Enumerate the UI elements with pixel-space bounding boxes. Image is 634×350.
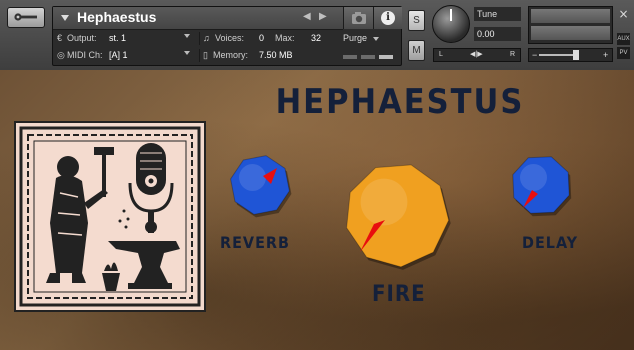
collapse-icon[interactable] [61,15,69,21]
divider [199,32,200,45]
midi-channel-label: MIDI Ch: [67,50,103,60]
instrument-header: Hephaestus ◀ ▶ i € Output: st. 1 ♫ Voice… [0,0,634,70]
next-instrument-icon[interactable]: ▶ [319,11,327,22]
level-meter-left [531,9,610,23]
output-select[interactable]: st. 1 [109,33,126,43]
level-meter [528,6,613,44]
purge-meter [379,55,393,59]
voices-label: Voices: [215,33,245,43]
instrument-name[interactable]: Hephaestus [77,9,156,25]
reverb-knob-highlight [239,164,266,191]
purge-meter [361,55,375,59]
greek-artwork-image [19,126,201,307]
tune-value[interactable]: 0.00 [474,27,521,41]
solo-button[interactable]: S [408,10,425,31]
pan-left-label: L [439,51,443,58]
previous-instrument-icon[interactable]: ◀ [303,11,311,22]
tune-knob[interactable] [432,5,470,43]
info-icon: i [381,11,395,25]
volume-slider[interactable]: − + [528,48,613,62]
voices-icon: ♫ [203,33,210,43]
fire-knob-highlight [360,178,408,226]
mute-button[interactable]: M [408,40,425,61]
instrument-info-panel: Hephaestus ◀ ▶ i € Output: st. 1 ♫ Voice… [52,6,402,66]
voices-value: 0 [259,33,265,43]
volume-thumb[interactable] [573,50,580,60]
memory-value: 7.50 MB [259,50,293,60]
level-meter-right [531,26,610,40]
volume-fill [539,54,577,56]
plugin-title: HEPHAESTUS [275,82,525,122]
info-button[interactable]: i [373,7,402,29]
output-value: st. 1 [109,33,127,43]
instrument-panel: HEPHAESTUS REVERB FIRE DELAY [0,70,634,350]
aux-button[interactable]: AUX [617,33,630,45]
midi-channel-value: [A] 1 [109,50,128,60]
midi-icon: ◎ [57,50,65,60]
pan-slider[interactable]: L ◀|▶ R [433,48,521,62]
output-dropdown-icon[interactable] [184,34,190,38]
camera-icon [352,12,366,24]
hephaestus-artwork [14,121,206,312]
wrench-button[interactable] [7,7,45,28]
delay-knob[interactable] [506,150,576,220]
max-voices-value[interactable]: 32 [311,33,321,43]
volume-plus: + [603,50,609,60]
delay-label: DELAY [522,233,578,252]
pan-center-icon: ◀|▶ [470,51,483,58]
pv-button[interactable]: PV [617,47,630,59]
tune-label: Tune [474,7,521,21]
purge-button[interactable]: Purge [343,33,379,43]
snapshot-button[interactable] [343,7,373,29]
output-label: Output: [67,33,97,43]
reverb-label: REVERB [220,233,290,252]
wrench-icon [14,13,37,21]
purge-meter [343,55,357,59]
max-voices-label: Max: [275,33,295,43]
memory-label: Memory: [213,50,249,60]
close-icon[interactable]: × [617,8,630,21]
pan-right-label: R [510,51,516,58]
output-icon: € [57,33,63,43]
midi-channel-select[interactable]: [A] 1 [109,50,128,60]
midi-dropdown-icon[interactable] [184,51,190,55]
purge-dropdown-icon [372,36,379,41]
fire-knob[interactable] [338,156,456,274]
memory-icon: ▯ [203,50,208,60]
delay-knob-highlight [520,164,547,191]
instrument-title-row: Hephaestus ◀ ▶ [53,7,343,30]
fire-label: FIRE [372,282,426,307]
volume-minus: − [532,50,538,60]
purge-label: Purge [343,33,368,43]
divider [199,49,200,62]
reverb-knob[interactable] [225,150,295,220]
